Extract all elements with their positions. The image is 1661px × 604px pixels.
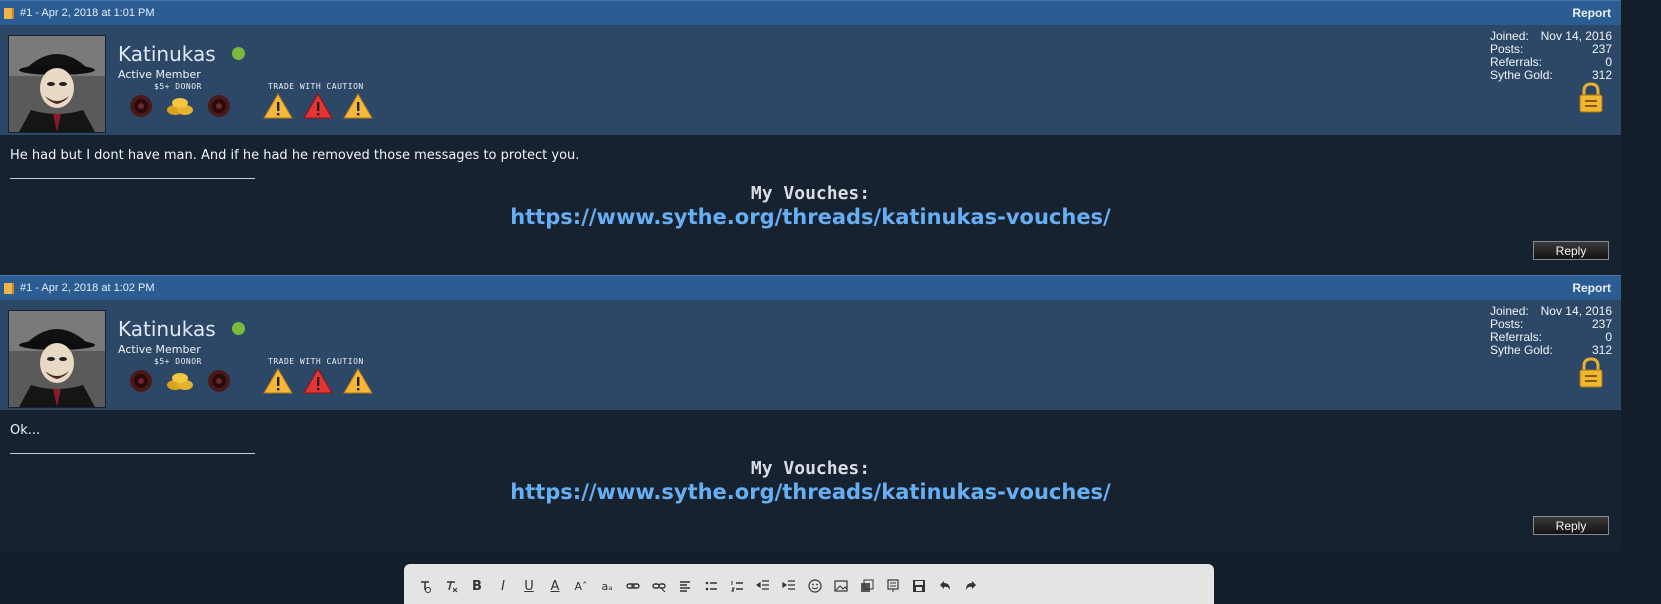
- italic-icon[interactable]: I: [490, 578, 516, 594]
- warning-icon: [343, 368, 373, 394]
- media-icon[interactable]: [854, 578, 880, 594]
- rose-icon: [208, 95, 230, 117]
- avatar-image: [9, 36, 105, 132]
- save-icon[interactable]: [906, 578, 932, 594]
- font-family-icon[interactable]: aₐ: [594, 578, 620, 594]
- font-color-icon[interactable]: A: [542, 578, 568, 594]
- align-icon[interactable]: [672, 578, 698, 594]
- link-icon[interactable]: [620, 578, 646, 594]
- rose-icon: [130, 95, 152, 117]
- warning-icon: [263, 93, 293, 119]
- reply-button[interactable]: Reply: [1533, 516, 1609, 535]
- signature-link[interactable]: https://www.sythe.org/threads/katinukas-…: [0, 480, 1621, 504]
- post-body: He had but I dont have man. And if he ha…: [0, 135, 1621, 276]
- signature-link[interactable]: https://www.sythe.org/threads/katinukas-…: [0, 205, 1621, 229]
- user-stats: Joined: Nov 14, 2016 Posts: 237 Referrals:…: [1490, 305, 1612, 357]
- username[interactable]: Katinukas: [118, 317, 216, 341]
- gold-coins-icon: [167, 98, 193, 115]
- donor-badge-label: $5+ DONOR: [154, 357, 202, 366]
- post-body: Ok... My Vouches: https://www.sythe.org/…: [0, 410, 1621, 551]
- stat-sythe-gold: Sythe Gold: 312: [1490, 343, 1612, 357]
- post-permalink[interactable]: #1 - Apr 2, 2018 at 1:01 PM: [20, 7, 155, 19]
- user-title: Active Member: [118, 68, 201, 81]
- report-link[interactable]: Report: [1572, 281, 1611, 295]
- smiley-icon[interactable]: [802, 578, 828, 594]
- trade-warning-badges: [262, 92, 374, 120]
- number-list-icon[interactable]: [724, 578, 750, 594]
- page-margin: [1621, 0, 1661, 594]
- donor-badges: [126, 92, 234, 120]
- redo-icon[interactable]: [958, 578, 984, 594]
- outdent-icon[interactable]: [750, 578, 776, 594]
- danger-icon: [303, 368, 333, 394]
- post-header: #1 - Apr 2, 2018 at 1:02 PM Report: [0, 275, 1621, 300]
- indent-icon[interactable]: [776, 578, 802, 594]
- online-status-icon: [232, 47, 245, 60]
- danger-icon: [303, 93, 333, 119]
- report-link[interactable]: Report: [1572, 6, 1611, 20]
- remove-format-icon[interactable]: [412, 578, 438, 594]
- bullet-list-icon[interactable]: [698, 578, 724, 594]
- document-icon: [4, 282, 14, 294]
- user-title: Active Member: [118, 343, 201, 356]
- post-2: #1 - Apr 2, 2018 at 1:02 PM Report Katin…: [0, 275, 1621, 551]
- stat-sythe-gold: Sythe Gold: 312: [1490, 68, 1612, 82]
- reply-button[interactable]: Reply: [1533, 241, 1609, 260]
- warning-icon: [263, 368, 293, 394]
- online-status-icon: [232, 322, 245, 335]
- avatar-image: [9, 311, 105, 407]
- trade-badge-label: TRADE WITH CAUTION: [268, 357, 364, 366]
- user-bar: Katinukas Active Member $5+ DONOR TRADE …: [0, 25, 1621, 135]
- avatar[interactable]: [8, 35, 106, 133]
- post-message: Ok...: [10, 423, 41, 438]
- document-icon: [4, 7, 14, 19]
- post-message: He had but I dont have man. And if he ha…: [10, 148, 580, 163]
- signature-title: My Vouches:: [750, 458, 871, 479]
- signature-divider: [10, 178, 255, 179]
- warning-icon: [343, 93, 373, 119]
- rose-icon: [130, 370, 152, 392]
- username[interactable]: Katinukas: [118, 42, 216, 66]
- code-icon[interactable]: [880, 578, 906, 594]
- donor-badges: [126, 367, 234, 395]
- post-1: #1 - Apr 2, 2018 at 1:01 PM Report Katin…: [0, 0, 1621, 276]
- donor-badge-label: $5+ DONOR: [154, 82, 202, 91]
- signature-title: My Vouches:: [750, 183, 871, 204]
- signature-divider: [10, 453, 255, 454]
- gold-coins-icon: [167, 373, 193, 390]
- clear-format-icon[interactable]: [438, 578, 464, 594]
- trade-warning-badges: [262, 367, 374, 395]
- bold-icon[interactable]: B: [464, 578, 490, 594]
- post-permalink[interactable]: #1 - Apr 2, 2018 at 1:02 PM: [20, 282, 155, 294]
- lock-icon: [1579, 82, 1603, 113]
- font-size-icon[interactable]: Aˆ: [568, 578, 594, 594]
- editor-toolbar: B I U A Aˆ aₐ: [404, 564, 1214, 604]
- unlink-icon[interactable]: [646, 578, 672, 594]
- post-header: #1 - Apr 2, 2018 at 1:01 PM Report: [0, 0, 1621, 25]
- lock-icon: [1579, 357, 1603, 388]
- user-stats: Joined: Nov 14, 2016 Posts: 237 Referrals:…: [1490, 30, 1612, 82]
- trade-badge-label: TRADE WITH CAUTION: [268, 82, 364, 91]
- avatar[interactable]: [8, 310, 106, 408]
- underline-icon[interactable]: U: [516, 578, 542, 594]
- undo-icon[interactable]: [932, 578, 958, 594]
- image-icon[interactable]: [828, 578, 854, 594]
- rose-icon: [208, 370, 230, 392]
- user-bar: Katinukas Active Member $5+ DONOR TRADE …: [0, 300, 1621, 410]
